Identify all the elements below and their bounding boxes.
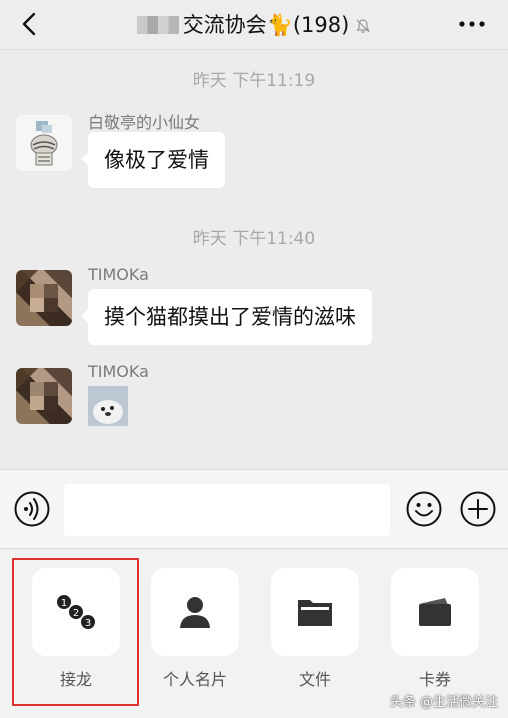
sender-name: TIMOKa <box>88 265 149 284</box>
sender-name: TIMOKa <box>88 362 149 381</box>
message-list[interactable]: 昨天 下午11:19 白敬亭的小仙女 像极了爱情 昨天 下午11:40 TIMO… <box>0 51 508 468</box>
svg-text:1: 1 <box>61 598 67 609</box>
tool-solitaire[interactable]: 1 2 3 接龙 <box>32 568 120 690</box>
svg-text:2: 2 <box>73 608 79 619</box>
tool-contact-card[interactable]: 个人名片 <box>151 568 239 690</box>
timestamp: 昨天 下午11:19 <box>192 71 316 91</box>
avatar-pixel <box>30 382 44 396</box>
tool-card[interactable] <box>151 568 239 656</box>
tool-card[interactable] <box>271 568 359 656</box>
message-bubble[interactable]: 摸个猫都摸出了爱情的滋味 <box>81 289 372 345</box>
more-icon[interactable] <box>458 20 486 28</box>
sender-name: 白敬亭的小仙女 <box>88 113 201 132</box>
chat-title-row: 交流协会🐈(198) <box>0 9 508 39</box>
message-bubble[interactable]: 像极了爱情 <box>81 132 225 188</box>
tool-coupon[interactable]: 卡券 <box>391 568 479 690</box>
sticker-image[interactable] <box>88 386 128 426</box>
bell-off-icon <box>356 19 371 33</box>
tool-label: 文件 <box>298 670 331 689</box>
avatar-pixel <box>44 298 58 312</box>
avatar[interactable] <box>16 115 72 171</box>
watermark: 头条 @生活微关注 <box>389 695 498 710</box>
voice-icon[interactable] <box>14 491 50 527</box>
folder-icon <box>298 600 332 626</box>
avatar-pixel <box>30 396 44 410</box>
seal-sticker-icon <box>88 386 128 426</box>
tool-card[interactable] <box>391 568 479 656</box>
message-input[interactable] <box>64 484 390 536</box>
avatar-pixel <box>44 382 58 396</box>
tool-card[interactable]: 1 2 3 <box>32 568 120 656</box>
svg-text:3: 3 <box>85 618 91 629</box>
tool-label: 接龙 <box>59 670 92 689</box>
blurred-group-name <box>136 16 179 34</box>
tool-file[interactable]: 文件 <box>271 568 359 690</box>
contact-card-icon <box>180 597 210 628</box>
avatar[interactable] <box>16 368 72 424</box>
avatar[interactable] <box>16 270 72 326</box>
tool-label: 卡券 <box>418 670 451 689</box>
timestamp: 昨天 下午11:40 <box>192 229 316 249</box>
chat-header: 交流协会🐈(198) <box>0 0 508 50</box>
avatar-pixel <box>30 298 44 312</box>
avatar-pixel <box>44 284 58 298</box>
chat-title: 交流协会🐈(198) <box>182 13 350 37</box>
cat-avatar-icon <box>16 115 72 171</box>
avatar-pixel <box>30 284 44 298</box>
wallet-icon <box>419 598 451 626</box>
plus-icon[interactable] <box>460 491 496 527</box>
solitaire-icon: 1 2 3 <box>57 595 95 629</box>
input-bar <box>0 469 508 549</box>
avatar-pixel <box>44 396 58 410</box>
emoji-icon[interactable] <box>406 491 442 527</box>
tool-label: 个人名片 <box>162 670 227 689</box>
